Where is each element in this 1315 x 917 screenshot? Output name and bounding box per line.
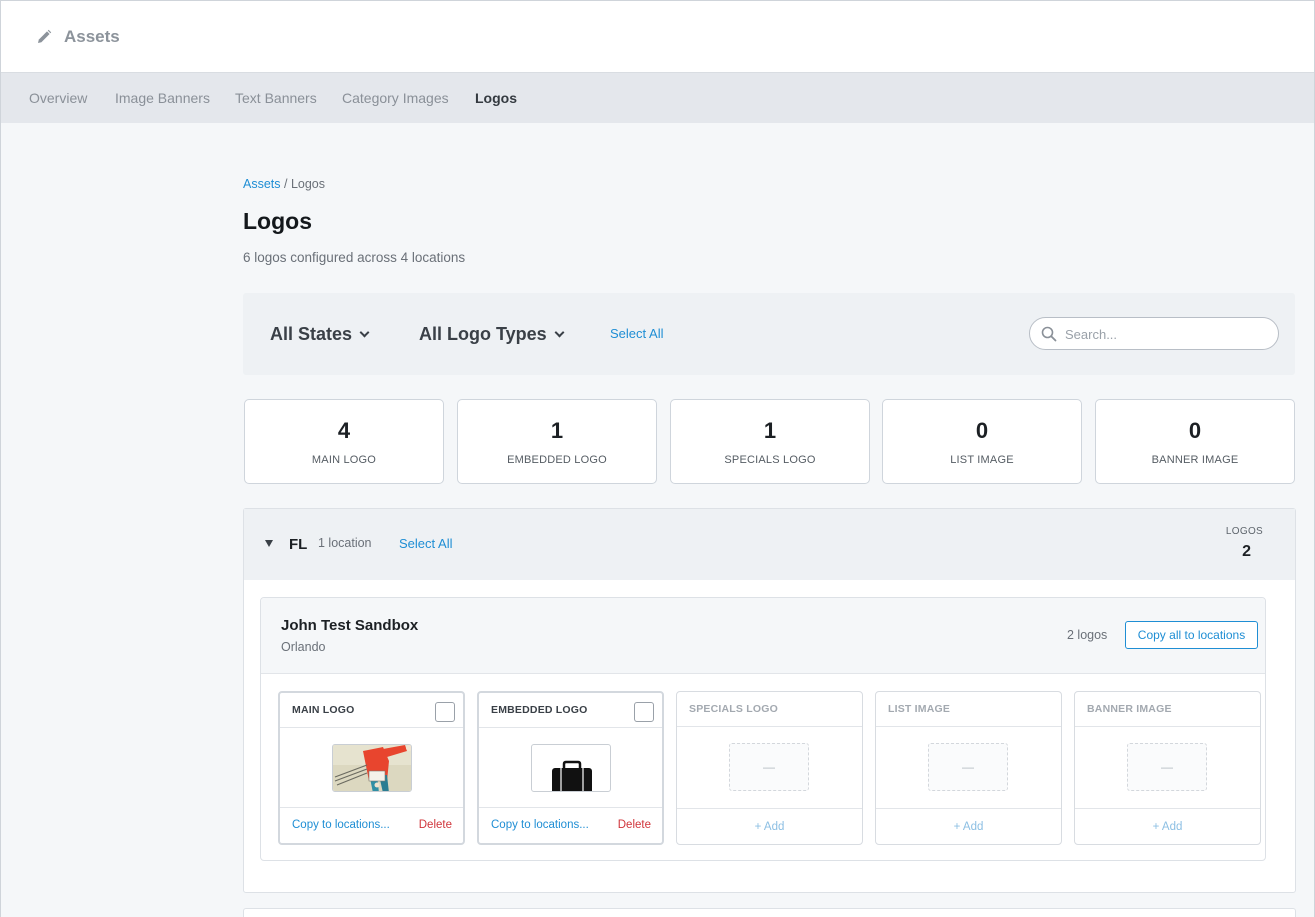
stat-embedded-logo[interactable]: 1 EMBEDDED LOGO [457, 399, 657, 484]
stat-label: MAIN LOGO [311, 454, 377, 466]
search-input[interactable] [1065, 324, 1265, 344]
stat-label: EMBEDDED LOGO [507, 454, 607, 466]
tab-category-images[interactable]: Category Images [342, 90, 449, 106]
logo-card-list-image: LIST IMAGE — + Add [875, 691, 1062, 845]
logo-card-header: MAIN LOGO [280, 693, 463, 728]
location-city: Orlando [281, 640, 326, 654]
logo-select-checkbox[interactable] [634, 702, 654, 722]
logo-card-footer: Copy to locations... Delete [479, 807, 662, 843]
tab-text-banners[interactable]: Text Banners [235, 90, 317, 106]
state-name: FL [289, 536, 308, 553]
select-all-link[interactable]: Select All [610, 326, 663, 341]
logo-types-dropdown[interactable]: All Logo Types [419, 324, 565, 345]
add-logo-link[interactable]: + Add [876, 821, 1061, 833]
tab-logos[interactable]: Logos [475, 90, 517, 106]
breadcrumb-link-assets[interactable]: Assets [243, 177, 281, 191]
location-card: John Test Sandbox Orlando 2 logos Copy a… [260, 597, 1266, 861]
state-group-next [243, 908, 1296, 917]
breadcrumb: Assets / Logos [243, 177, 325, 191]
empty-logo-placeholder: — [1127, 743, 1207, 791]
logo-card-title: EMBEDDED LOGO [491, 704, 588, 716]
tab-image-banners[interactable]: Image Banners [115, 90, 210, 106]
location-header: John Test Sandbox Orlando 2 logos Copy a… [261, 598, 1265, 674]
logo-card-header: SPECIALS LOGO [677, 692, 862, 727]
stat-label: SPECIALS LOGO [724, 454, 816, 466]
main-logo-thumbnail[interactable] [332, 744, 412, 792]
filter-bar: All States All Logo Types Select All [243, 293, 1295, 375]
tab-overview[interactable]: Overview [29, 90, 87, 106]
logo-card-specials-logo: SPECIALS LOGO — + Add [676, 691, 863, 845]
copy-to-locations-link[interactable]: Copy to locations... [292, 819, 390, 831]
states-dropdown[interactable]: All States [270, 324, 370, 345]
logo-card-banner-image: BANNER IMAGE — + Add [1074, 691, 1261, 845]
copy-all-to-locations-button[interactable]: Copy all to locations [1125, 621, 1258, 649]
logo-card-header: EMBEDDED LOGO [479, 693, 662, 728]
breadcrumb-current: Logos [290, 177, 325, 191]
logo-card-title: SPECIALS LOGO [689, 703, 778, 715]
logos-count: 2 [1242, 543, 1251, 560]
page-subtitle: 6 logos configured across 4 locations [243, 250, 466, 265]
stat-count: 0 [1188, 418, 1202, 443]
logo-card-footer: + Add [876, 808, 1061, 844]
search-icon [1041, 326, 1057, 342]
logos-count-label: LOGOS [1225, 526, 1263, 537]
stat-count: 4 [337, 418, 351, 443]
empty-logo-placeholder: — [729, 743, 809, 791]
logo-card-embedded-logo: EMBEDDED LOGO Copy to locations... Delet… [477, 691, 664, 845]
add-logo-link[interactable]: + Add [1075, 821, 1260, 833]
embedded-logo-thumbnail[interactable] [531, 744, 611, 792]
logo-card-footer: Copy to locations... Delete [280, 807, 463, 843]
app-header: Assets [1, 0, 1314, 73]
stat-count: 1 [763, 418, 777, 443]
stat-specials-logo[interactable]: 1 SPECIALS LOGO [670, 399, 870, 484]
state-select-all-link[interactable]: Select All [399, 536, 452, 551]
delete-logo-link[interactable]: Delete [618, 819, 651, 831]
page-title: Logos [243, 208, 312, 234]
logo-card-header: LIST IMAGE [876, 692, 1061, 727]
logo-card-main-logo: MAIN LOGO Copy to locations... Delete [278, 691, 465, 845]
state-group-fl: FL 1 location Select All LOGOS 2 John Te… [243, 508, 1296, 893]
logo-card-footer: + Add [677, 808, 862, 844]
chevron-down-icon [554, 327, 565, 338]
stat-count: 0 [975, 418, 989, 443]
app-title: Assets [64, 27, 120, 46]
stat-list-image[interactable]: 0 LIST IMAGE [882, 399, 1082, 484]
stat-banner-image[interactable]: 0 BANNER IMAGE [1095, 399, 1295, 484]
state-location-count: 1 location [318, 536, 372, 550]
states-dropdown-label: All States [270, 324, 353, 344]
copy-to-locations-link[interactable]: Copy to locations... [491, 819, 589, 831]
empty-logo-placeholder: — [928, 743, 1008, 791]
breadcrumb-separator: / [280, 177, 291, 191]
stat-count: 1 [550, 418, 564, 443]
logo-card-title: BANNER IMAGE [1087, 703, 1172, 715]
location-logo-count: 2 logos [1067, 628, 1108, 642]
pencil-icon [38, 29, 52, 43]
logo-card-footer: + Add [1075, 808, 1260, 844]
briefcase-icon [552, 760, 592, 791]
stat-label: BANNER IMAGE [1151, 454, 1239, 466]
logo-select-checkbox[interactable] [435, 702, 455, 722]
stat-label: LIST IMAGE [950, 454, 1014, 466]
search-box [1029, 317, 1279, 350]
logo-card-title: MAIN LOGO [292, 704, 355, 716]
add-logo-link[interactable]: + Add [677, 821, 862, 833]
logo-card-title: LIST IMAGE [888, 703, 951, 715]
logo-types-dropdown-label: All Logo Types [419, 324, 547, 344]
main-logo-image [333, 745, 411, 791]
stat-main-logo[interactable]: 4 MAIN LOGO [244, 399, 444, 484]
collapse-triangle-icon[interactable] [265, 540, 273, 547]
section-tabs: Overview Image Banners Text Banners Cate… [1, 73, 1314, 123]
chevron-down-icon [359, 327, 370, 338]
delete-logo-link[interactable]: Delete [419, 819, 452, 831]
location-name: John Test Sandbox [281, 617, 419, 634]
state-group-header[interactable]: FL 1 location Select All LOGOS 2 [244, 509, 1295, 580]
logo-card-header: BANNER IMAGE [1075, 692, 1260, 727]
